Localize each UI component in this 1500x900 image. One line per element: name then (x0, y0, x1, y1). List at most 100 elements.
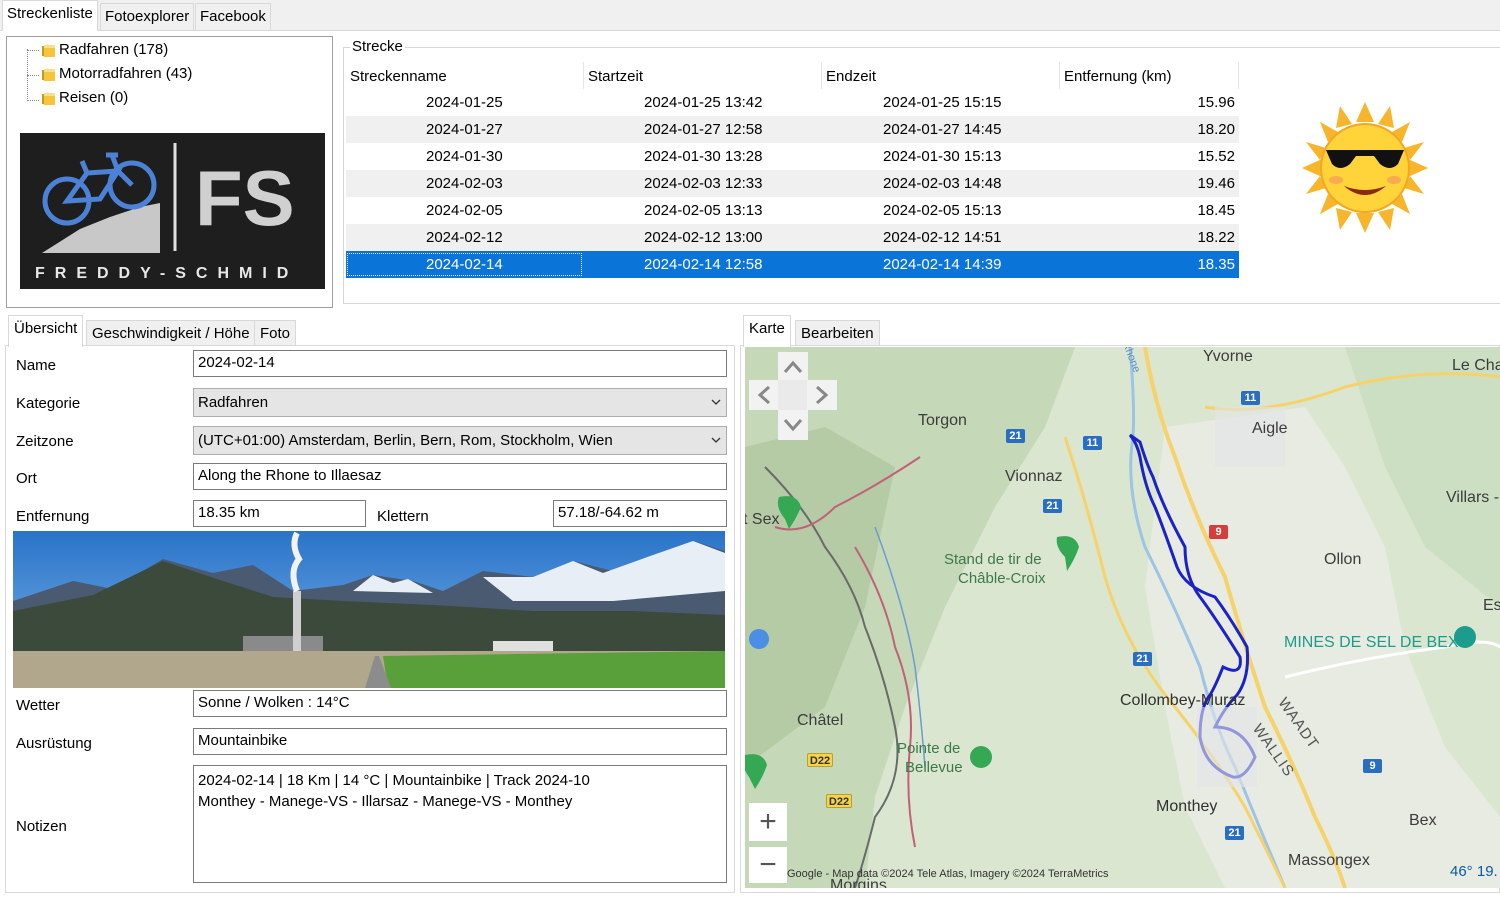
column-header-endzeit[interactable]: Endzeit (822, 62, 1060, 89)
table-row[interactable]: 2024-02-12 2024-02-12 13:00 2024-02-12 14:… (346, 224, 1239, 251)
sun-sunglasses-icon (1302, 102, 1428, 233)
tree-item-label: Reisen (0) (59, 89, 129, 106)
table-cell-start: 2024-02-03 12:33 (644, 175, 763, 192)
tab-foto[interactable]: Foto (254, 320, 297, 346)
table-cell-start: 2024-02-14 12:58 (644, 256, 763, 273)
column-header-startzeit[interactable]: Startzeit (584, 62, 822, 89)
road-badge: 11 (1083, 436, 1102, 450)
strecke-legend: Strecke (350, 38, 405, 55)
entfernung-field[interactable]: 18.35 km (193, 500, 366, 527)
tree-connector (27, 75, 39, 76)
table-cell-name: 2024-02-05 (426, 202, 503, 219)
place-label: Collombey-Muraz (1120, 692, 1246, 709)
table-row[interactable]: 2024-02-14 2024-02-14 12:58 2024-02-14 14:… (346, 251, 1239, 278)
bike-mountain-icon: FS FREDDY-SCHMID (35, 143, 295, 282)
place-label: MINES DE SEL DE BEX (1284, 634, 1459, 651)
place-label: Le Cha (1452, 357, 1500, 374)
place-label: Monthey (1156, 798, 1218, 815)
road-badge: 21 (1225, 826, 1244, 840)
table-cell-start: 2024-02-12 13:00 (644, 229, 763, 246)
table-cell-name: 2024-01-27 (426, 121, 503, 138)
tab-bearbeiten[interactable]: Bearbeiten (795, 320, 880, 346)
notizen-label: Notizen (16, 818, 67, 835)
road-badge: D22 (826, 794, 852, 808)
table-row[interactable]: 2024-02-05 2024-02-05 13:13 2024-02-05 15:… (346, 197, 1239, 224)
zoom-in-button[interactable]: + (749, 803, 787, 841)
road-badge: 21 (1043, 499, 1062, 513)
pan-right-button[interactable] (807, 380, 837, 410)
tab-streckenliste[interactable]: Streckenliste (2, 0, 98, 31)
grid-header: Streckenname Startzeit Endzeit Entfernun… (346, 62, 1239, 89)
pan-up-button[interactable] (778, 352, 808, 382)
tab-geschwindigkeit-hoehe[interactable]: Geschwindigkeit / Höhe (86, 320, 256, 346)
table-row[interactable]: 2024-01-30 2024-01-30 13:28 2024-01-30 15:… (346, 143, 1239, 170)
ausruestung-field[interactable]: Mountainbike (193, 728, 727, 755)
table-cell-name: 2024-01-25 (426, 94, 503, 111)
table-cell-dist: 18.22 (1197, 229, 1235, 246)
zeitzone-label: Zeitzone (16, 433, 74, 450)
road-badge: 9 (1363, 759, 1382, 773)
place-label: Bex (1409, 812, 1437, 829)
place-label: Massongex (1288, 852, 1370, 869)
ort-field[interactable]: Along the Rhone to Illaesaz (193, 463, 727, 490)
table-cell-end: 2024-01-25 15:15 (883, 94, 1002, 111)
tree-item-motorradfahren[interactable]: Motorradfahren (43) (42, 65, 192, 87)
map-view[interactable]: Yvorne Le Cha Aigle Torgon Vionnaz Villa… (745, 347, 1500, 888)
pan-down-button[interactable] (778, 410, 808, 440)
category-tree: Radfahren (178) Motorradfahren (43) Reis… (6, 36, 333, 308)
tree-item-radfahren[interactable]: Radfahren (178) (42, 41, 168, 63)
kategorie-select[interactable]: Radfahren (193, 388, 727, 417)
table-cell-dist: 18.45 (1197, 202, 1235, 219)
table-cell-name: 2024-02-12 (426, 229, 503, 246)
entfernung-label: Entfernung (16, 508, 90, 525)
table-cell-start: 2024-02-05 13:13 (644, 202, 763, 219)
map-terrain (745, 347, 1500, 888)
place-label: Aigle (1252, 420, 1288, 437)
folder-icon (42, 92, 55, 105)
notizen-textarea[interactable]: 2024-02-14 | 18 Km | 14 °C | Mountainbik… (193, 765, 727, 883)
zeitzone-select[interactable]: (UTC+01:00) Amsterdam, Berlin, Bern, Rom… (193, 426, 727, 455)
place-label: Vionnaz (1005, 468, 1063, 485)
road-badge: 11 (1241, 391, 1260, 405)
wetter-label: Wetter (16, 697, 60, 714)
column-header-entfernung[interactable]: Entfernung (km) (1060, 62, 1239, 89)
road-badge: 9 (1209, 525, 1228, 539)
place-label: t Sex (745, 511, 780, 528)
map-attribution: Google - Map data ©2024 Tele Atlas, Imag… (787, 868, 1109, 880)
table-row[interactable]: 2024-01-25 2024-01-25 13:42 2024-01-25 15:… (346, 89, 1239, 116)
table-cell-dist: 15.52 (1197, 148, 1235, 165)
pan-left-button[interactable] (749, 380, 779, 410)
tab-karte[interactable]: Karte (743, 315, 791, 347)
place-label: Torgon (918, 412, 967, 429)
name-label: Name (16, 357, 57, 374)
column-header-streckenname[interactable]: Streckenname (346, 62, 584, 89)
table-cell-name: 2024-01-30 (426, 148, 503, 165)
table-row[interactable]: 2024-02-03 2024-02-03 12:33 2024-02-03 14:… (346, 170, 1239, 197)
table-row[interactable]: 2024-01-27 2024-01-27 12:58 2024-01-27 14:… (346, 116, 1239, 143)
wetter-field[interactable]: Sonne / Wolken : 14°C (193, 690, 727, 717)
logo-letters: FS (195, 154, 295, 242)
tree-item-reisen[interactable]: Reisen (0) (42, 89, 129, 111)
freddy-schmid-logo: FS FREDDY-SCHMID (20, 133, 325, 289)
road-badge: 21 (1133, 652, 1152, 666)
zoom-out-button[interactable]: − (749, 847, 787, 883)
tab-fotoexplorer[interactable]: Fotoexplorer (100, 3, 195, 31)
place-label: Stand de tir de (944, 551, 1042, 568)
klettern-field[interactable]: 57.18/-64.62 m (553, 500, 727, 527)
table-cell-start: 2024-01-25 13:42 (644, 94, 763, 111)
kategorie-value: Radfahren (198, 394, 269, 411)
table-cell-dist: 18.35 (1197, 256, 1235, 273)
tree-connector (27, 50, 39, 51)
tab-facebook[interactable]: Facebook (195, 3, 271, 31)
map-coordinate: 46° 19. (1450, 863, 1498, 880)
table-cell-start: 2024-01-30 13:28 (644, 148, 763, 165)
klettern-label: Klettern (377, 508, 429, 525)
table-cell-end: 2024-01-27 14:45 (883, 121, 1002, 138)
table-cell-start: 2024-01-27 12:58 (644, 121, 763, 138)
tab-uebersicht[interactable]: Übersicht (8, 315, 84, 347)
table-cell-dist: 15.96 (1197, 94, 1235, 111)
name-field[interactable]: 2024-02-14 (193, 350, 727, 377)
place-label: Villars - (1446, 489, 1500, 506)
table-cell-end: 2024-02-05 15:13 (883, 202, 1002, 219)
place-label: Châble-Croix (958, 570, 1046, 587)
